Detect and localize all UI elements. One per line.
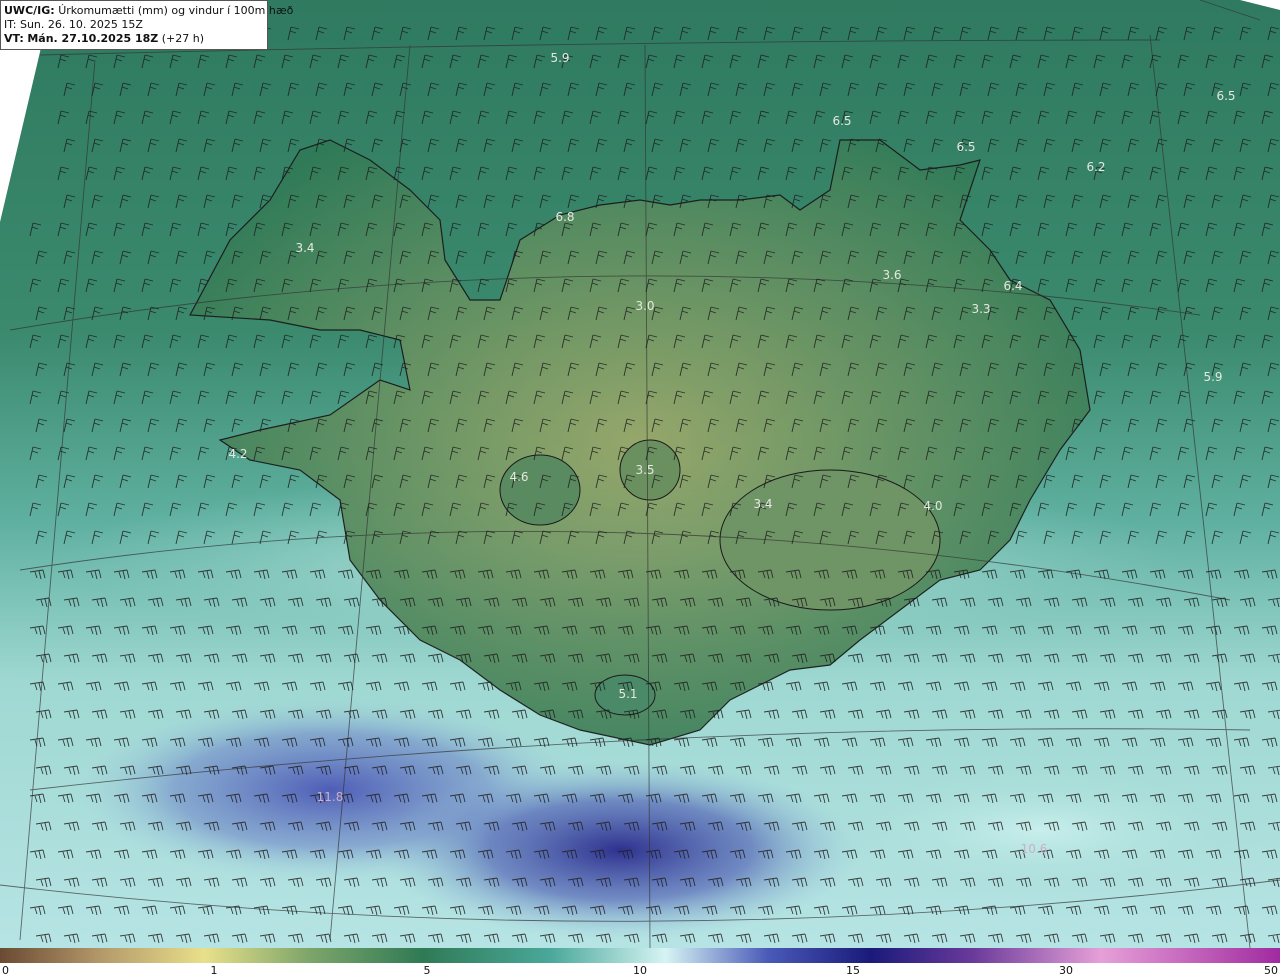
init-prefix: IT: bbox=[4, 18, 17, 31]
value-label: 5.9 bbox=[550, 51, 569, 65]
product-code: UWC/IG: bbox=[4, 4, 55, 17]
valid-time-line: VT: Mán. 27.10.2025 18Z (+27 h) bbox=[4, 32, 264, 46]
value-label: 6.2 bbox=[1086, 160, 1105, 174]
colorbar-tick-label: 30 bbox=[1059, 964, 1073, 977]
value-label: 4.0 bbox=[923, 499, 942, 513]
value-label: 3.4 bbox=[753, 497, 772, 511]
value-label: 3.6 bbox=[882, 268, 901, 282]
value-label: 10.6 bbox=[1021, 842, 1048, 856]
glacier-hofsjokull bbox=[499, 454, 581, 526]
colorbar-legend: 0 1 5 10 15 30 50 bbox=[0, 948, 1280, 978]
valid-prefix: VT: bbox=[4, 32, 24, 45]
forecast-map: 5.9 6.5 6.5 6.5 6.2 6.8 3.4 3.6 3.0 3.3 6.4 5.9 4.2 4… bbox=[0, 0, 1280, 948]
init-time: Sun. 26. 10. 2025 15Z bbox=[19, 18, 143, 31]
product-line: UWC/IG: Úrkomumætti (mm) og vindur í 100… bbox=[4, 4, 293, 18]
value-label: 3.5 bbox=[635, 463, 654, 477]
value-label: 3.3 bbox=[971, 302, 990, 316]
glacier-vatnajokull bbox=[719, 469, 941, 611]
product-info-box: UWC/IG: Úrkomumætti (mm) og vindur í 100… bbox=[0, 0, 293, 50]
value-label: 11.8 bbox=[317, 790, 344, 804]
colorbar-tick-label: 10 bbox=[633, 964, 647, 977]
value-label: 6.5 bbox=[1216, 89, 1235, 103]
colorbar-strip bbox=[0, 948, 1280, 963]
colorbar-tick-label: 15 bbox=[846, 964, 860, 977]
value-label: 5.1 bbox=[618, 687, 637, 701]
lead-time: (+27 h) bbox=[161, 32, 205, 45]
value-label: 5.9 bbox=[1203, 370, 1222, 384]
value-label: 6.5 bbox=[956, 140, 975, 154]
value-label: 6.8 bbox=[555, 210, 574, 224]
init-time-line: IT: Sun. 26. 10. 2025 15Z bbox=[4, 18, 264, 32]
value-label: 3.0 bbox=[635, 299, 654, 313]
colorbar-tick-label: 5 bbox=[423, 964, 431, 977]
colorbar-tick-label: 50 bbox=[1264, 964, 1278, 977]
value-label: 4.2 bbox=[228, 447, 247, 461]
value-label: 4.6 bbox=[509, 470, 528, 484]
colorbar-tick-label: 1 bbox=[210, 964, 218, 977]
valid-time: Mán. 27.10.2025 18Z bbox=[27, 32, 159, 45]
map-canvas: 5.9 6.5 6.5 6.5 6.2 6.8 3.4 3.6 3.0 3.3 6.4 5.9 4.2 4… bbox=[0, 0, 1280, 948]
colorbar-ticks: 0 1 5 10 15 30 50 bbox=[0, 963, 1280, 978]
value-label: 3.4 bbox=[295, 241, 314, 255]
product-description: Úrkomumætti (mm) og vindur í 100m hæð bbox=[58, 4, 294, 17]
colorbar-tick-label: 0 bbox=[2, 964, 9, 977]
value-label: 6.5 bbox=[832, 114, 851, 128]
value-label: 6.4 bbox=[1003, 279, 1022, 293]
